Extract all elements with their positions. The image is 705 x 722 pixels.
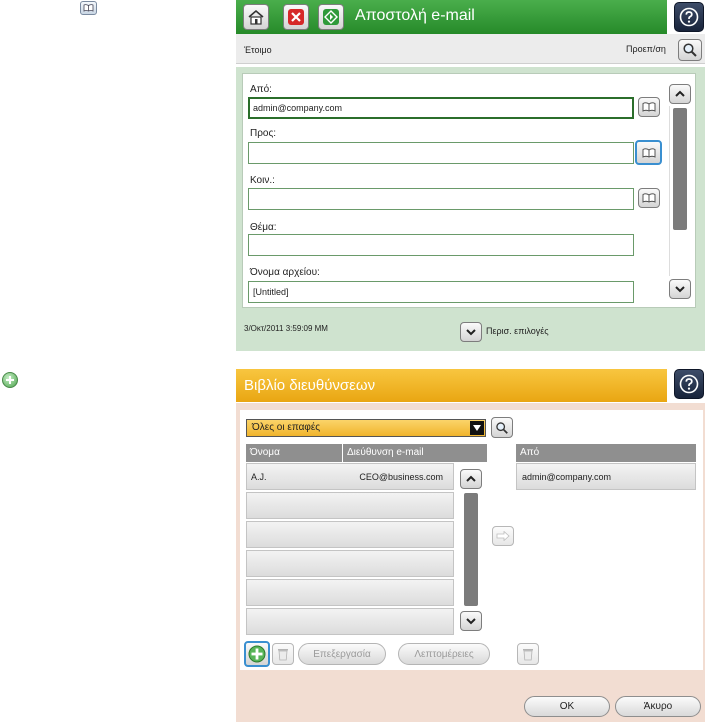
add-icon [2, 372, 18, 388]
help-icon [679, 374, 699, 394]
address-book-icon [642, 147, 655, 158]
cancel-button[interactable]: Άκυρο [615, 696, 701, 717]
add-to-from-button[interactable] [492, 526, 514, 546]
from-address-book-button[interactable] [638, 97, 660, 117]
preview-label: Προεπ/ση [626, 44, 666, 54]
delete-icon [278, 649, 288, 661]
cc-label: Κοιν.: [250, 175, 275, 186]
delete-icon [523, 649, 533, 661]
column-header-email: Διεύθυνση e-mail [343, 444, 487, 462]
contact-row[interactable] [246, 550, 454, 577]
from-field[interactable]: admin@company.com [248, 97, 634, 119]
contact-row[interactable] [246, 492, 454, 519]
scroll-down-icon [466, 618, 476, 625]
from-label: Από: [250, 84, 272, 95]
from-list-item[interactable]: admin@company.com [516, 463, 696, 490]
contacts-scroll-down-button[interactable] [460, 611, 482, 631]
column-header-from: Από [516, 444, 696, 462]
details-button[interactable]: Λεπτομέρειες [398, 643, 490, 665]
address-book-icon [642, 193, 656, 203]
ok-button[interactable]: OK [524, 696, 610, 717]
contacts-search-button[interactable] [491, 417, 513, 438]
contact-row[interactable] [246, 521, 454, 548]
address-book-icon [642, 102, 656, 112]
help-button[interactable] [674, 369, 704, 399]
contacts-filter-dropdown[interactable]: Όλες οι επαφές [246, 419, 486, 437]
contact-name: A.J. [251, 472, 267, 482]
subject-label: Θέμα: [250, 222, 277, 233]
status-text: Έτοιμο [244, 45, 272, 55]
chevron-down-icon [470, 421, 484, 435]
more-options-label[interactable]: Περισ. επιλογές [486, 326, 549, 336]
to-field[interactable] [248, 142, 634, 164]
scroll-up-icon [675, 90, 685, 97]
home-icon [248, 9, 264, 25]
edit-button[interactable]: Επεξεργασία [298, 643, 386, 665]
add-icon [248, 645, 266, 663]
cc-field[interactable] [248, 188, 634, 210]
from-list-email: admin@company.com [522, 472, 612, 482]
delete-from-button[interactable] [517, 643, 539, 665]
email-title: Αποστολή e-mail [355, 7, 475, 24]
contact-row[interactable] [246, 608, 454, 635]
more-options-button[interactable] [460, 322, 482, 342]
timestamp: 3/Οκτ/2011 3:59:09 ΜΜ [244, 324, 328, 333]
address-book-icon [80, 1, 97, 15]
search-icon [496, 421, 508, 434]
chevron-down-icon [466, 329, 476, 336]
to-label: Προς: [250, 128, 277, 139]
email-scroll-thumb[interactable] [673, 108, 687, 230]
scroll-down-icon [675, 286, 685, 293]
stop-icon [288, 9, 304, 25]
contact-row[interactable]: A.J. CEO@business.com [246, 463, 454, 490]
to-address-book-button[interactable] [635, 140, 662, 165]
add-contact-button[interactable] [244, 641, 270, 667]
stop-button[interactable] [283, 4, 309, 30]
contacts-filter-value: Όλες οι επαφές [252, 422, 321, 433]
search-icon [683, 43, 697, 57]
contacts-scroll-up-button[interactable] [460, 469, 482, 489]
preview-button[interactable] [678, 39, 702, 61]
column-header-name: Όνομα [246, 444, 342, 462]
filename-field[interactable]: [Untitled] [248, 281, 634, 303]
scroll-up-icon [466, 475, 476, 482]
contacts-scroll-thumb[interactable] [464, 493, 478, 606]
contact-email: CEO@business.com [359, 472, 443, 482]
filename-label: Όνομα αρχείου: [250, 267, 320, 278]
help-button[interactable] [674, 2, 704, 32]
scroll-up-button[interactable] [669, 84, 691, 104]
cc-address-book-button[interactable] [638, 188, 660, 208]
arrow-right-icon [496, 531, 510, 541]
address-book-title: Βιβλίο διευθύνσεων [244, 377, 376, 394]
start-button[interactable] [318, 4, 344, 30]
home-button[interactable] [243, 4, 269, 30]
help-icon [679, 7, 699, 27]
contact-row[interactable] [246, 579, 454, 606]
start-icon [323, 9, 339, 25]
delete-contact-button[interactable] [272, 643, 294, 665]
subject-field[interactable] [248, 234, 634, 256]
scroll-down-button[interactable] [669, 279, 691, 299]
